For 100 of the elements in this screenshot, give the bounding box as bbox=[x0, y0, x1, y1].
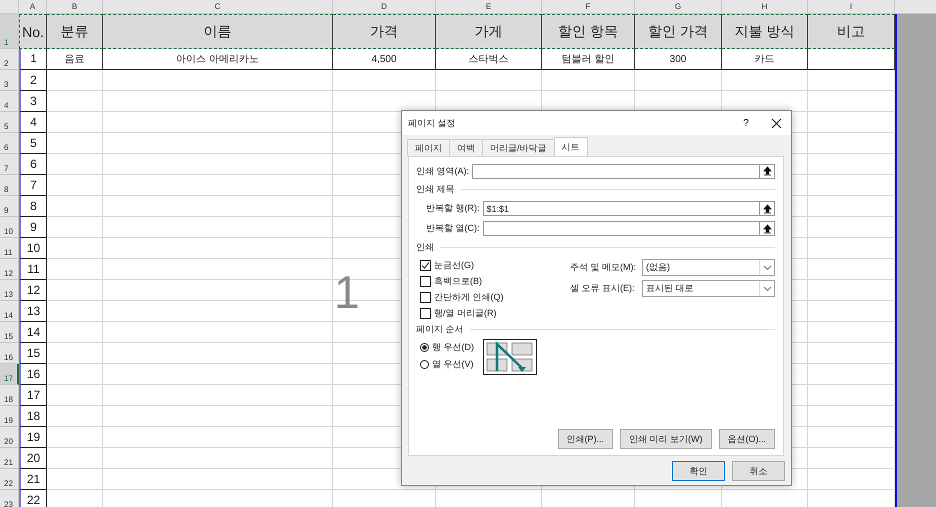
table-cell: 아이스 아메리카노 bbox=[103, 49, 333, 70]
empty-cell bbox=[47, 217, 103, 238]
table-cell: 21 bbox=[19, 469, 47, 490]
row-header[interactable]: 22 bbox=[0, 469, 19, 490]
section-title: 인쇄 제목 bbox=[416, 182, 455, 196]
checkbox[interactable] bbox=[420, 260, 431, 270]
row-header[interactable]: 2 bbox=[0, 49, 19, 70]
section-title: 인쇄 bbox=[416, 240, 434, 254]
range-picker-button[interactable] bbox=[760, 164, 775, 178]
column-header[interactable]: C bbox=[103, 0, 333, 13]
radio-label: 열 우선(V) bbox=[432, 358, 474, 371]
row-header[interactable]: 7 bbox=[0, 154, 19, 175]
checkbox[interactable] bbox=[420, 292, 431, 302]
table-cell: 비고 bbox=[808, 14, 895, 49]
table-cell: 카드 bbox=[722, 49, 808, 70]
checkbox[interactable] bbox=[420, 276, 431, 286]
table-cell: 16 bbox=[19, 364, 47, 385]
help-button[interactable]: ? bbox=[731, 112, 761, 134]
radio-button[interactable] bbox=[420, 343, 429, 352]
dialog-button[interactable]: 인쇄 미리 보기(W) bbox=[620, 429, 712, 449]
row-header[interactable]: 9 bbox=[0, 196, 19, 217]
table-cell: 18 bbox=[19, 406, 47, 427]
table-cell: 지불 방식 bbox=[722, 14, 808, 49]
range-field[interactable]: $1:$1 bbox=[482, 201, 760, 216]
column-header[interactable]: F bbox=[542, 0, 635, 13]
table-cell: 이름 bbox=[103, 14, 333, 49]
table-cell: 12 bbox=[19, 280, 47, 301]
empty-cell bbox=[47, 469, 103, 490]
row-header[interactable]: 19 bbox=[0, 406, 19, 427]
table-cell: 17 bbox=[19, 385, 47, 406]
empty-cell bbox=[47, 133, 103, 154]
table-cell: 1 bbox=[19, 49, 47, 70]
table-cell: 22 bbox=[19, 490, 47, 507]
column-header[interactable]: B bbox=[47, 0, 103, 13]
row-header[interactable]: 18 bbox=[0, 385, 19, 406]
column-header[interactable]: E bbox=[436, 0, 542, 13]
field-value: $1:$1 bbox=[486, 204, 510, 214]
row-header[interactable]: 1 bbox=[0, 14, 19, 49]
row-header[interactable]: 16 bbox=[0, 343, 19, 364]
row-header[interactable]: 5 bbox=[0, 112, 19, 133]
empty-cell bbox=[47, 343, 103, 364]
tab[interactable]: 시트 bbox=[554, 137, 588, 156]
print-area-field[interactable] bbox=[472, 164, 760, 178]
table-cell: 가격 bbox=[333, 14, 436, 49]
row-header[interactable]: 20 bbox=[0, 427, 19, 448]
row-header[interactable]: 14 bbox=[0, 301, 19, 322]
table-cell: 9 bbox=[19, 217, 47, 238]
empty-cell bbox=[47, 196, 103, 217]
dialog-button[interactable]: 취소 bbox=[732, 461, 785, 481]
row-header[interactable]: 17 bbox=[0, 364, 19, 385]
row-header[interactable]: 12 bbox=[0, 259, 19, 280]
row-header[interactable]: 11 bbox=[0, 238, 19, 259]
row-header[interactable]: 8 bbox=[0, 175, 19, 196]
table-cell: 8 bbox=[19, 196, 47, 217]
table-cell: 6 bbox=[19, 154, 47, 175]
column-header[interactable]: G bbox=[635, 0, 722, 13]
row-header[interactable]: 15 bbox=[0, 322, 19, 343]
range-field[interactable] bbox=[482, 221, 760, 236]
table-cell: 19 bbox=[19, 427, 47, 448]
dropdown[interactable]: 표시된 대로 bbox=[642, 280, 775, 297]
table-cell: 스타벅스 bbox=[436, 49, 542, 70]
dropdown[interactable]: (없음) bbox=[642, 259, 775, 276]
chevron-down-icon bbox=[762, 286, 772, 292]
range-picker-button[interactable] bbox=[760, 221, 775, 236]
row-header[interactable]: 21 bbox=[0, 448, 19, 469]
row-header[interactable]: 4 bbox=[0, 91, 19, 112]
range-picker-button[interactable] bbox=[760, 201, 775, 216]
row-header[interactable]: 6 bbox=[0, 133, 19, 154]
column-header[interactable]: H bbox=[722, 0, 808, 13]
table-cell: 3 bbox=[19, 91, 47, 112]
radio-button[interactable] bbox=[420, 360, 429, 369]
dialog-title: 페이지 설정 bbox=[408, 116, 457, 130]
row-header[interactable]: 23 bbox=[0, 490, 19, 507]
column-header[interactable]: I bbox=[808, 0, 895, 13]
dialog-button[interactable]: 확인 bbox=[672, 461, 725, 481]
table-cell: 15 bbox=[19, 343, 47, 364]
empty-cell bbox=[47, 112, 103, 133]
row-header[interactable]: 13 bbox=[0, 280, 19, 301]
dialog-button[interactable]: 인쇄(P)... bbox=[558, 429, 613, 449]
radio-label: 행 우선(D) bbox=[432, 341, 474, 354]
empty-cell bbox=[47, 154, 103, 175]
tab[interactable]: 페이지 bbox=[407, 139, 450, 156]
column-header[interactable]: A bbox=[19, 0, 47, 13]
checkbox-label: 간단하게 인쇄(Q) bbox=[434, 290, 504, 304]
table-cell: 13 bbox=[19, 301, 47, 322]
row-header[interactable]: 10 bbox=[0, 217, 19, 238]
empty-cell bbox=[47, 301, 103, 322]
chevron-down-icon bbox=[762, 264, 772, 270]
table-cell: 300 bbox=[635, 49, 722, 70]
field-label: 반복할 열(C): bbox=[426, 222, 480, 235]
table-cell: 5 bbox=[19, 133, 47, 154]
section-title: 페이지 순서 bbox=[416, 322, 464, 336]
checkbox-label: 눈금선(G) bbox=[434, 258, 474, 272]
dialog-button[interactable]: 옵션(O)... bbox=[718, 429, 775, 449]
table-cell: 음료 bbox=[47, 49, 103, 70]
row-header[interactable]: 3 bbox=[0, 70, 19, 91]
checkbox[interactable] bbox=[420, 308, 431, 318]
column-header[interactable]: D bbox=[333, 0, 436, 13]
table-cell: 11 bbox=[19, 259, 47, 280]
dropdown-label: 셀 오류 표시(E): bbox=[570, 282, 636, 295]
